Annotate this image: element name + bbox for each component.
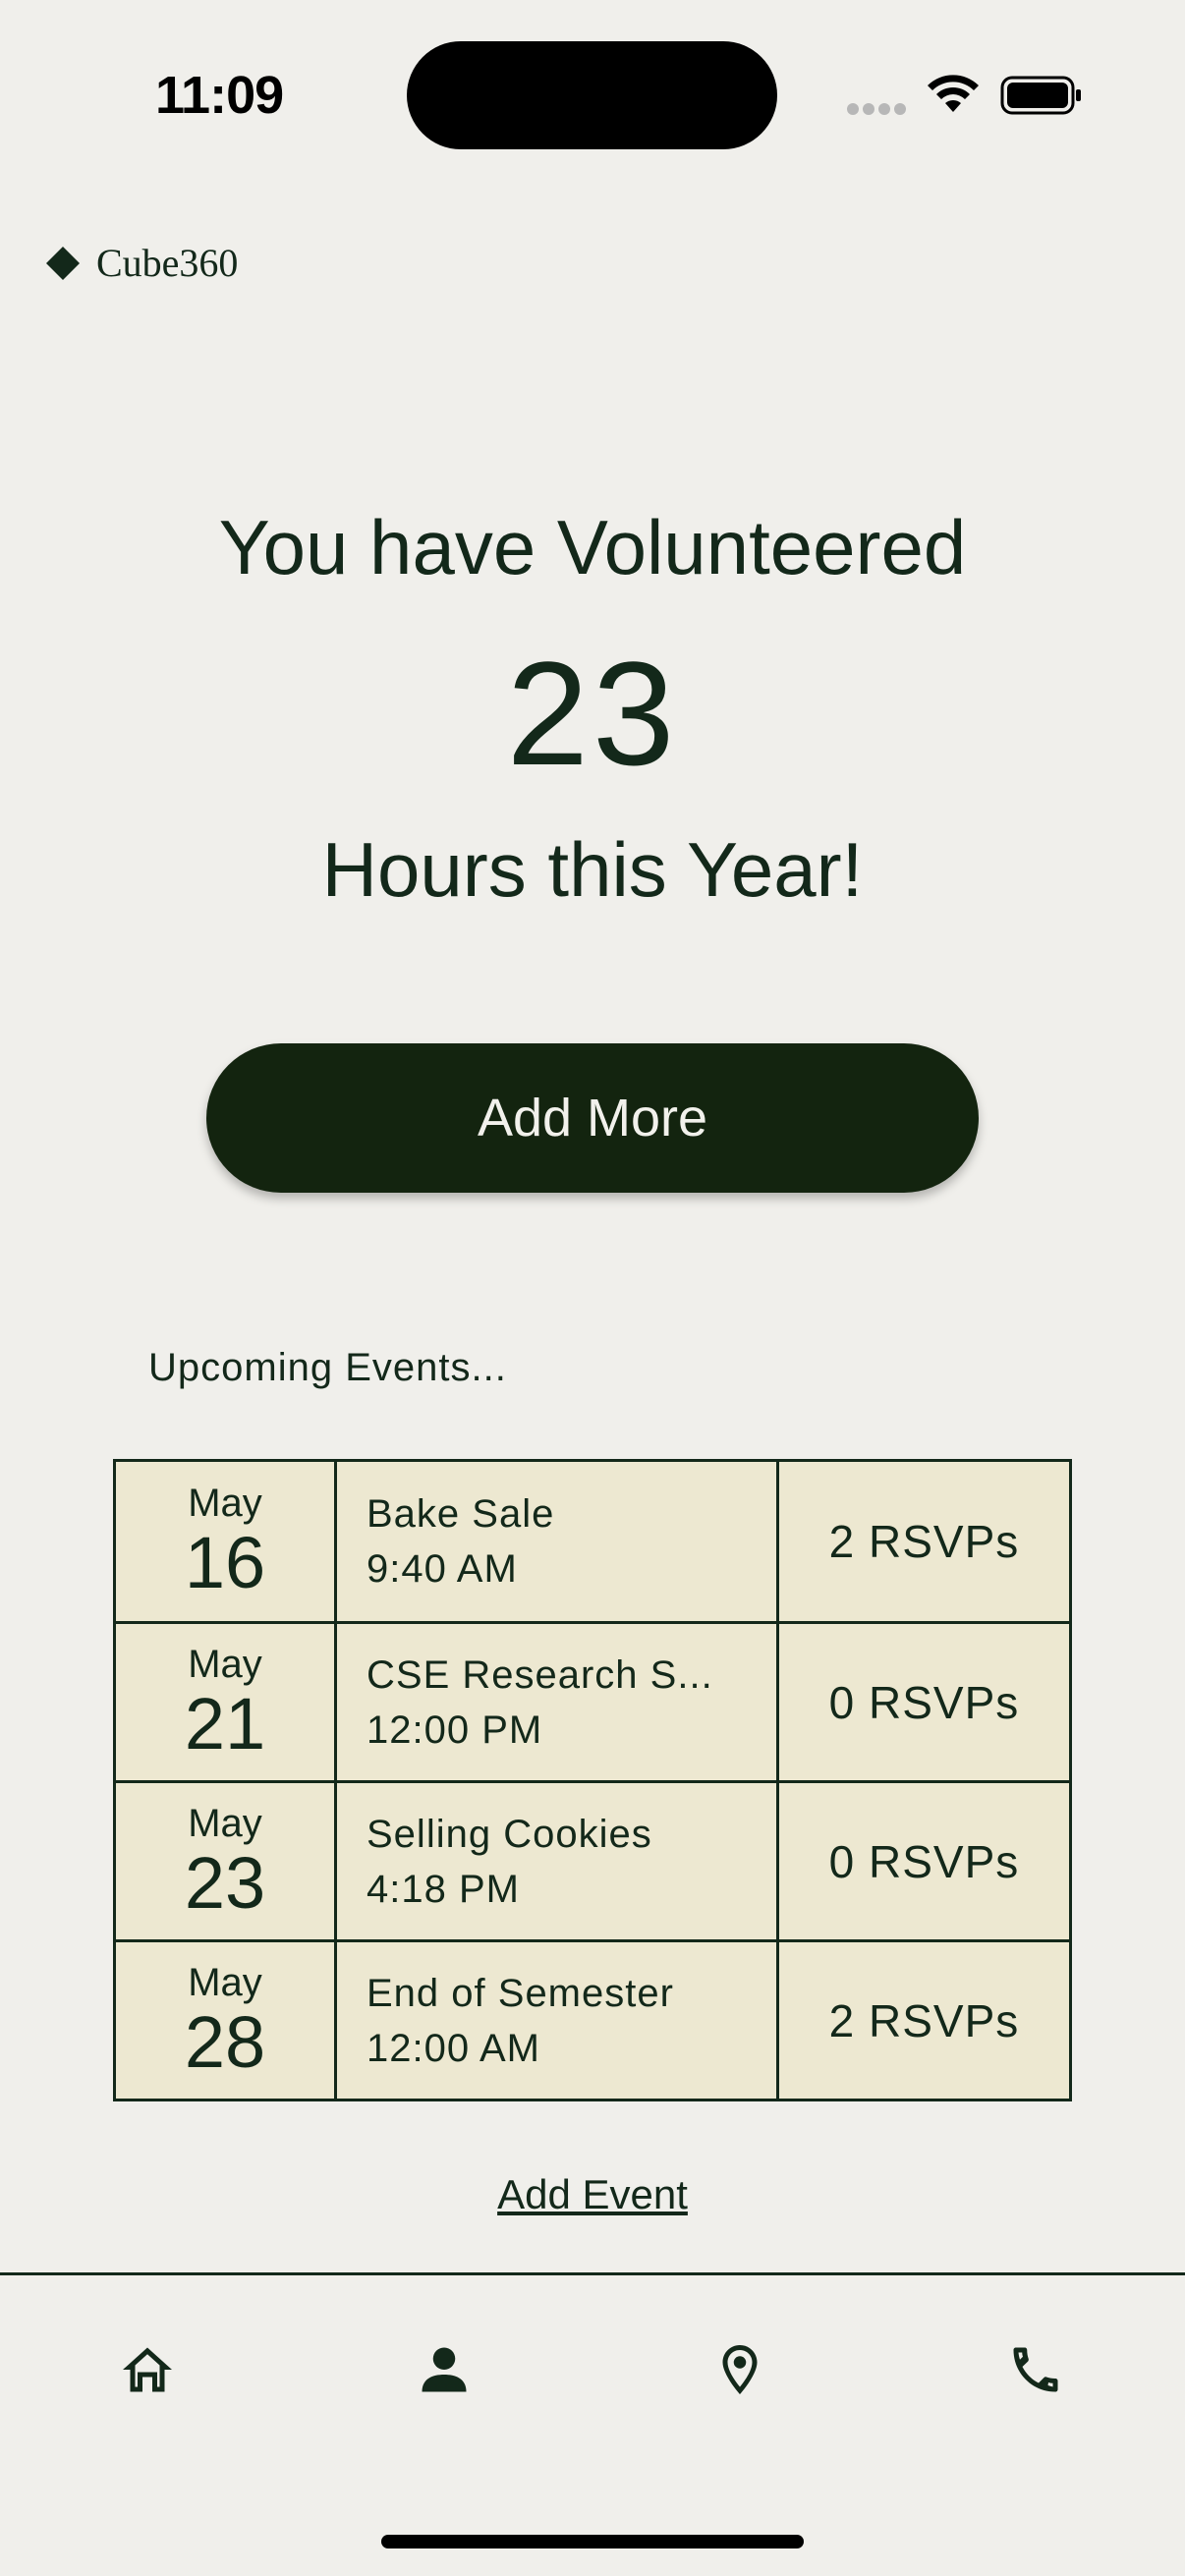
event-row[interactable]: May 21 CSE Research S... 12:00 PM 0 RSVP…	[116, 1621, 1069, 1780]
event-time: 12:00 PM	[367, 1708, 543, 1752]
status-time: 11:09	[155, 66, 284, 125]
wifi-icon	[928, 75, 979, 112]
nav-location[interactable]	[701, 2330, 779, 2409]
event-name: Selling Cookies	[367, 1812, 652, 1856]
event-time: 4:18 PM	[367, 1867, 520, 1911]
event-date: May 16	[116, 1462, 337, 1621]
event-month: May	[188, 1960, 262, 2004]
event-day: 16	[184, 1522, 266, 1603]
event-info: End of Semester 12:00 AM	[337, 1942, 779, 2099]
event-date: May 28	[116, 1942, 337, 2099]
nav-phone[interactable]	[996, 2330, 1075, 2409]
nav-home[interactable]	[108, 2330, 187, 2409]
home-icon	[123, 2347, 172, 2392]
event-row[interactable]: May 28 End of Semester 12:00 AM 2 RSVPs	[116, 1939, 1069, 2099]
event-date: May 23	[116, 1783, 337, 1939]
event-day: 21	[184, 1682, 266, 1764]
screen: 11:09 Cube360 You have Volunteered 23 Ho…	[0, 0, 1185, 2576]
event-info: Selling Cookies 4:18 PM	[337, 1783, 779, 1939]
event-rsvp-count: 2 RSVPs	[828, 1516, 1020, 1567]
add-event-link[interactable]: Add Event	[0, 2171, 1185, 2218]
event-day: 28	[184, 2000, 266, 2083]
location-pin-icon	[722, 2345, 758, 2394]
hours-count: 23	[506, 631, 679, 796]
event-row[interactable]: May 23 Selling Cookies 4:18 PM 0 RSVPs	[116, 1780, 1069, 1939]
logo-text: Cube360	[96, 241, 239, 285]
event-rsvp-count: 0 RSVPs	[828, 1835, 1020, 1887]
dynamic-island	[407, 41, 777, 149]
event-info: Bake Sale 9:40 AM	[337, 1462, 779, 1621]
event-rsvp-count: 2 RSVPs	[828, 1994, 1020, 2046]
person-icon	[422, 2347, 467, 2392]
event-name: CSE Research S...	[367, 1652, 713, 1697]
event-day: 23	[184, 1841, 266, 1924]
event-date: May 21	[116, 1624, 337, 1780]
event-time: 12:00 AM	[367, 2026, 541, 2070]
battery-icon	[1000, 76, 1081, 115]
phone-icon	[1013, 2347, 1058, 2392]
event-month: May	[188, 1642, 262, 1686]
event-month: May	[188, 1482, 262, 1525]
event-name: End of Semester	[367, 1971, 674, 2015]
home-indicator[interactable]	[381, 2535, 804, 2548]
event-rsvp-count: 0 RSVPs	[828, 1676, 1020, 1728]
hero-heading: You have Volunteered	[218, 504, 967, 590]
event-name: Bake Sale	[367, 1492, 555, 1536]
event-month: May	[188, 1801, 262, 1845]
cellular-signal-icon	[847, 102, 910, 116]
hero-subheading: Hours this Year!	[321, 826, 864, 913]
diamond-logo-icon	[46, 246, 80, 280]
app-logo: Cube360	[45, 240, 238, 286]
event-info: CSE Research S... 12:00 PM	[337, 1624, 779, 1780]
event-time: 9:40 AM	[367, 1547, 518, 1591]
bottom-nav	[0, 2272, 1185, 2576]
events-table: May 16 Bake Sale 9:40 AM 2 RSVPs May 21 …	[113, 1459, 1072, 2101]
event-row[interactable]: May 16 Bake Sale 9:40 AM 2 RSVPs	[116, 1462, 1069, 1621]
nav-profile[interactable]	[405, 2330, 483, 2409]
add-more-button[interactable]: Add More	[206, 1043, 979, 1193]
upcoming-events-title: Upcoming Events...	[148, 1346, 507, 1389]
